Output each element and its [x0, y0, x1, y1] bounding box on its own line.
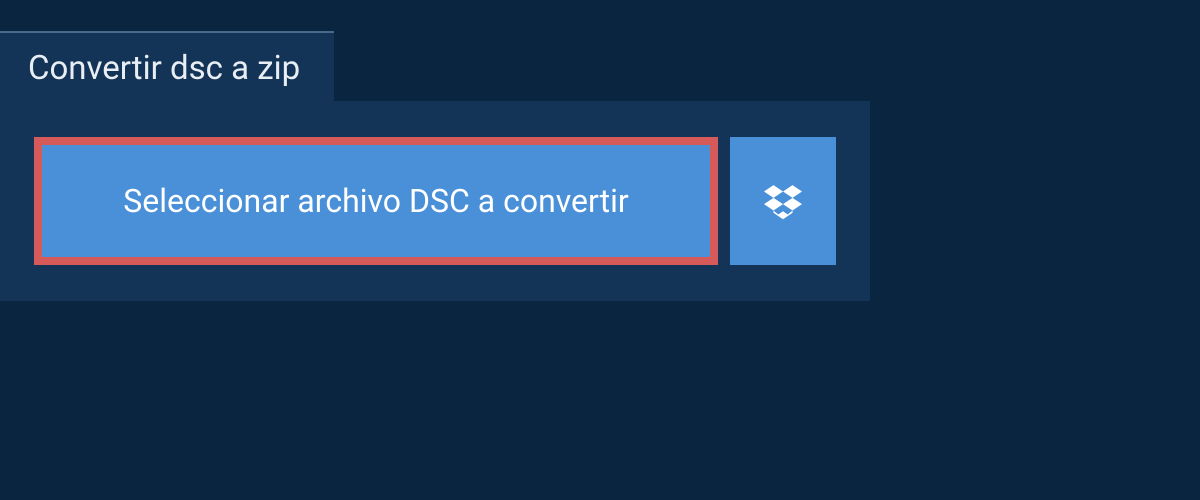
select-file-label: Seleccionar archivo DSC a convertir: [123, 182, 628, 220]
select-file-button[interactable]: Seleccionar archivo DSC a convertir: [42, 145, 710, 257]
action-panel: Seleccionar archivo DSC a convertir: [0, 101, 870, 301]
converter-tab[interactable]: Convertir dsc a zip: [0, 31, 334, 106]
converter-container: Convertir dsc a zip Seleccionar archivo …: [0, 0, 1200, 500]
dropbox-button[interactable]: [730, 137, 836, 265]
dropbox-icon: [764, 182, 802, 220]
select-file-highlight: Seleccionar archivo DSC a convertir: [34, 137, 718, 265]
tab-title: Convertir dsc a zip: [28, 49, 300, 88]
